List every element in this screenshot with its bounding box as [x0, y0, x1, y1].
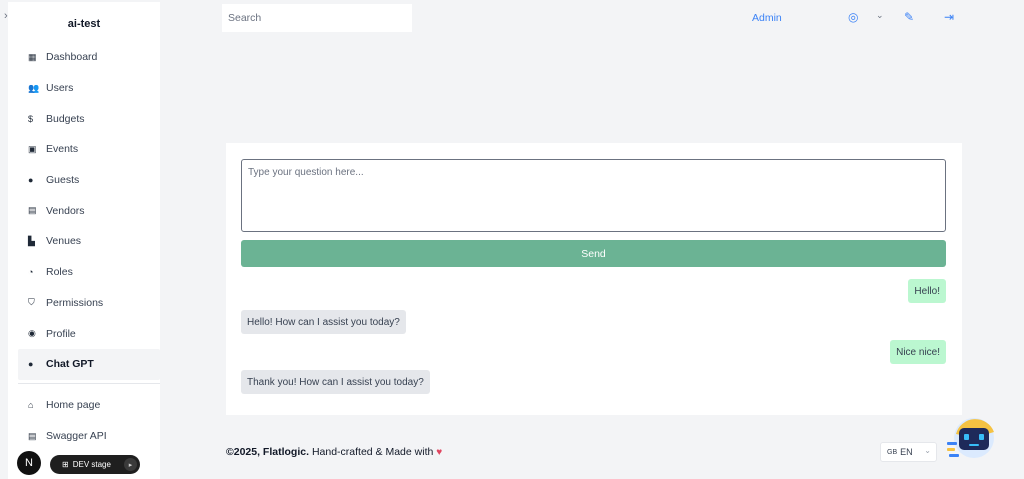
- sidebar-item-label: Dashboard: [46, 51, 98, 64]
- question-input[interactable]: [241, 159, 946, 232]
- sidebar-item-profile[interactable]: ◉ Profile: [18, 318, 160, 349]
- sidebar-item-label: Vendors: [46, 204, 85, 217]
- chatbot-avatar-icon[interactable]: [945, 414, 995, 462]
- sidebar-item-label: Chat GPT: [46, 358, 94, 371]
- brand-title: ai-test: [67, 18, 101, 30]
- profile-icon[interactable]: ◎: [848, 10, 858, 24]
- profile-icon: ◉: [28, 328, 36, 339]
- sidebar-item-events[interactable]: ▣ Events: [18, 134, 160, 165]
- person-icon: ●: [28, 175, 34, 186]
- footer-copyright[interactable]: ©2025, Flatlogic.: [226, 446, 309, 458]
- sidebar-menu: ▦ Dashboard 👥 Users $ Budgets ▣ Events ● Guests ▤ V…: [18, 42, 160, 380]
- sidebar-item-guests[interactable]: ● Guests: [18, 165, 160, 196]
- home-icon: ⌂: [28, 400, 34, 411]
- sidebar-item-label: Swagger API: [46, 430, 107, 443]
- sidebar-item-label: Events: [46, 143, 79, 156]
- sidebar-item-home-page[interactable]: ⌂ Home page: [18, 390, 160, 421]
- sidebar-item-label: Users: [46, 82, 74, 95]
- language-select[interactable]: GB EN ⌄: [880, 442, 937, 462]
- sidebar-item-dashboard[interactable]: ▦ Dashboard: [18, 42, 160, 73]
- sidebar-item-swagger-api[interactable]: ▤ Swagger API: [18, 421, 160, 452]
- sidebar-item-vendors[interactable]: ▤ Vendors: [18, 195, 160, 226]
- theme-toggle-icon[interactable]: ✎: [904, 10, 914, 24]
- dev-stage-glyph: ⊞: [62, 460, 69, 469]
- sidebar-item-label: Budgets: [46, 112, 85, 125]
- roles-icon: ◔: [28, 267, 34, 278]
- sidebar-item-users[interactable]: 👥 Users: [18, 73, 160, 104]
- document-icon: ▤: [28, 430, 37, 441]
- sidebar-item-venues[interactable]: ▙ Venues: [18, 226, 160, 257]
- store-icon: ▤: [28, 205, 37, 216]
- sidebar-item-label: Permissions: [46, 296, 104, 309]
- users-icon: 👥: [28, 82, 40, 93]
- topbar: Admin ◎ ⌄ ✎ ⇥: [160, 2, 1024, 34]
- send-button[interactable]: Send: [241, 240, 946, 267]
- dashboard-icon: ▦: [28, 51, 37, 62]
- sidebar: ai-test ▦ Dashboard 👥 Users $ Budgets ▣ Events ●…: [8, 2, 160, 479]
- flag-icon: GB: [887, 448, 898, 456]
- chevron-down-icon[interactable]: ⌄: [876, 10, 884, 21]
- chat-message-bot: Thank you! How can I assist you today?: [241, 370, 430, 394]
- sidebar-item-roles[interactable]: ◔ Roles: [18, 257, 160, 288]
- sidebar-divider: [18, 383, 160, 384]
- sidebar-item-budgets[interactable]: $ Budgets: [18, 103, 160, 134]
- dollar-icon: $: [28, 113, 34, 124]
- sidebar-item-permissions[interactable]: ⛉ Permissions: [18, 288, 160, 319]
- heart-icon: ♥: [436, 447, 443, 458]
- chat-message-bot: Hello! How can I assist you today?: [241, 310, 406, 334]
- sidebar-item-label: Roles: [46, 266, 73, 279]
- building-icon: ▙: [28, 235, 35, 246]
- sidebar-item-label: Home page: [46, 399, 101, 412]
- chat-card: Send Hello! Hello! How can I assist you …: [226, 143, 962, 415]
- admin-link[interactable]: Admin: [752, 12, 782, 24]
- sidebar-item-label: Guests: [46, 174, 80, 187]
- avatar[interactable]: N: [17, 451, 41, 475]
- dev-stage-label: DEV stage: [72, 460, 111, 469]
- dev-stage-badge[interactable]: ⊞ DEV stage ▸: [50, 455, 140, 474]
- dev-stage-toggle-icon[interactable]: ▸: [124, 458, 137, 471]
- footer-tagline: Hand-crafted & Made with: [311, 446, 434, 458]
- sidebar-secondary-menu: ⌂ Home page ▤ Swagger API: [18, 390, 160, 451]
- logout-icon[interactable]: ⇥: [944, 10, 954, 24]
- calendar-icon: ▣: [28, 143, 37, 154]
- chevron-down-icon: ⌄: [924, 446, 931, 455]
- language-value: EN: [900, 447, 913, 457]
- chat-message-user: Nice nice!: [890, 340, 946, 364]
- sidebar-item-chat-gpt[interactable]: ● Chat GPT: [18, 348, 160, 380]
- chat-message-user: Hello!: [908, 279, 946, 303]
- footer: ©2025, Flatlogic. Hand-crafted & Made wi…: [226, 446, 442, 458]
- sidebar-item-label: Venues: [46, 235, 82, 248]
- chat-icon: ●: [28, 359, 34, 370]
- sidebar-item-label: Profile: [46, 327, 76, 340]
- shield-icon: ⛉: [28, 297, 35, 308]
- search-input[interactable]: [222, 4, 412, 32]
